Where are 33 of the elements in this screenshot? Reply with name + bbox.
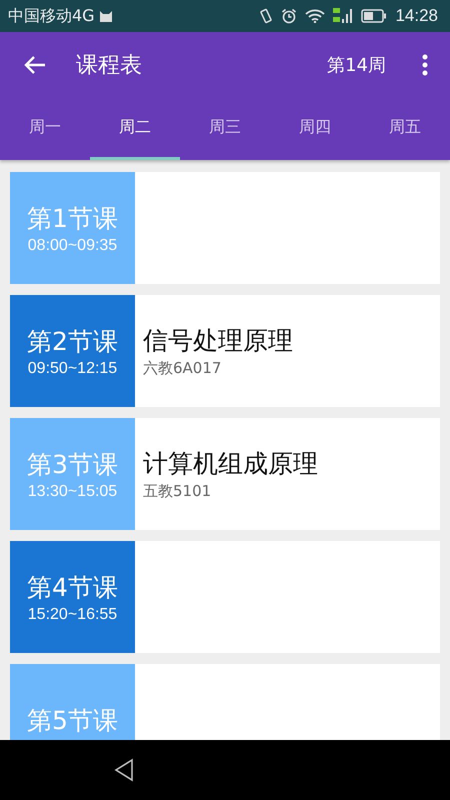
period-time: 09:50~12:15 bbox=[28, 360, 118, 378]
period-card[interactable]: 第2节课 09:50~12:15 信号处理原理 六教6A017 bbox=[10, 295, 440, 407]
more-icon[interactable] bbox=[422, 54, 428, 76]
course-name: 计算机组成原理 bbox=[143, 448, 318, 480]
back-icon[interactable] bbox=[114, 758, 134, 782]
period-name: 第3节课 bbox=[27, 448, 118, 480]
period-name: 第4节课 bbox=[27, 572, 118, 604]
period-card[interactable]: 第3节课 13:30~15:05 计算机组成原理 五教5101 bbox=[10, 418, 440, 530]
day-tab[interactable]: 周四 bbox=[270, 98, 360, 160]
classroom: 五教5101 bbox=[143, 482, 212, 501]
alarm-icon bbox=[281, 8, 298, 24]
day-tab[interactable]: 周二 bbox=[90, 98, 180, 160]
period-time: 13:30~15:05 bbox=[28, 482, 118, 500]
battery-icon bbox=[361, 9, 388, 23]
period-time: 15:20~16:55 bbox=[28, 606, 118, 624]
back-arrow-icon[interactable] bbox=[24, 55, 46, 75]
period-card[interactable]: 第4节课 15:20~16:55 bbox=[10, 541, 440, 653]
period-name: 第2节课 bbox=[27, 326, 118, 358]
classroom: 六教6A017 bbox=[143, 359, 222, 378]
signal-icon bbox=[333, 7, 354, 25]
day-tab[interactable]: 周一 bbox=[0, 98, 90, 160]
clock-time: 14:28 bbox=[395, 6, 438, 26]
carrier-name: 中国移动4G bbox=[8, 6, 95, 26]
wifi-icon bbox=[305, 9, 326, 23]
vibrate-icon bbox=[259, 8, 274, 24]
course-name: 信号处理原理 bbox=[143, 325, 293, 357]
week-label[interactable]: 第14周 bbox=[327, 53, 386, 77]
screen-title: 课程表 bbox=[76, 52, 142, 80]
day-tab[interactable]: 周五 bbox=[360, 98, 450, 160]
period-name: 第5节课 bbox=[27, 704, 118, 736]
period-time: 08:00~09:35 bbox=[28, 236, 118, 254]
day-tab[interactable]: 周三 bbox=[180, 98, 270, 160]
period-name: 第1节课 bbox=[27, 202, 118, 234]
